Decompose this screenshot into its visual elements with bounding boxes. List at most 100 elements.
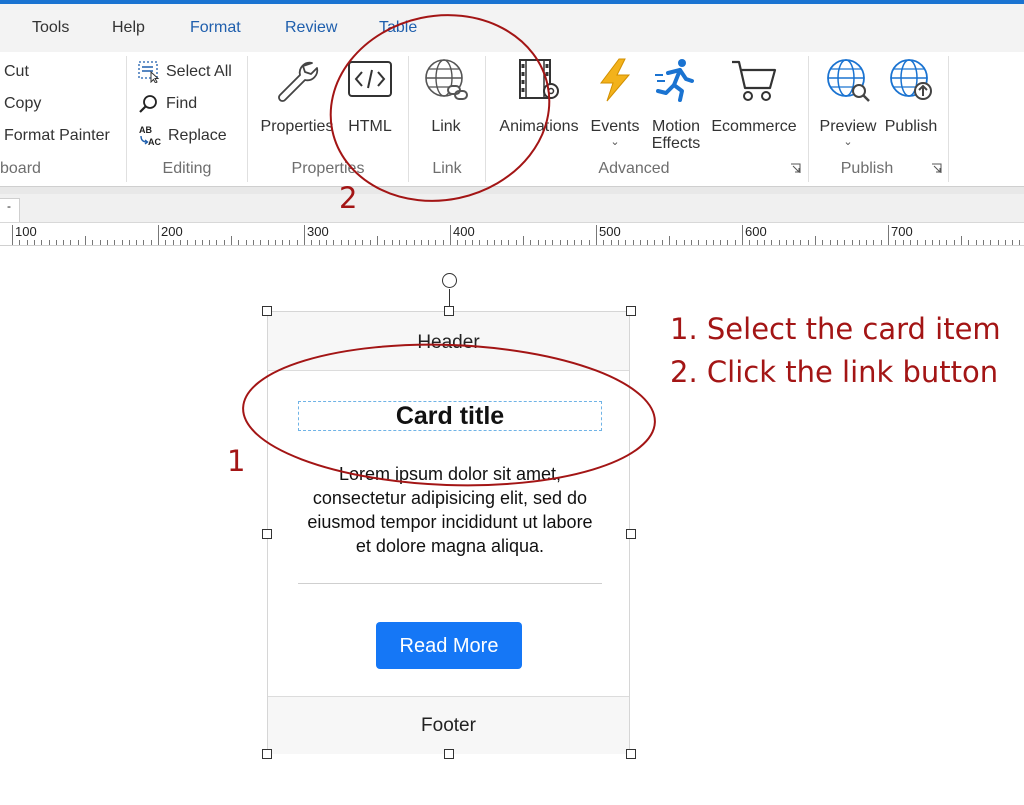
- publish-dialog-launcher-icon[interactable]: [931, 163, 942, 174]
- ruler-tick: [669, 236, 670, 245]
- ruler-tick: [829, 240, 831, 245]
- ruler-tick: [603, 240, 605, 245]
- tab-tools[interactable]: Tools: [32, 19, 69, 37]
- ruler-tick: [26, 240, 28, 245]
- publish-button[interactable]: Publish: [882, 56, 940, 135]
- ruler-tick: [158, 225, 159, 245]
- ruler-tick: [479, 240, 481, 245]
- group-separator: [948, 56, 949, 182]
- format-painter-button[interactable]: Format Painter: [4, 124, 110, 148]
- ruler-tick: [683, 240, 685, 245]
- motion-label-line2: Effects: [651, 135, 701, 152]
- card-header[interactable]: Header: [268, 312, 629, 371]
- ruler-tick: [581, 240, 583, 245]
- card-title[interactable]: Card title: [298, 401, 602, 431]
- replace-button[interactable]: AB AC Replace: [138, 124, 227, 148]
- publish-label: Publish: [884, 118, 938, 135]
- ruler-tick: [888, 225, 889, 245]
- resize-handle-s[interactable]: [444, 749, 454, 759]
- ruler-tick: [588, 240, 590, 245]
- card-text[interactable]: Lorem ipsum dolor sit amet, consectetur …: [298, 462, 602, 558]
- ruler-tick: [902, 240, 904, 245]
- select-all-button[interactable]: Select All: [138, 60, 232, 84]
- ruler-tick: [143, 240, 145, 245]
- ruler-tick: [844, 240, 846, 245]
- ruler-tick: [216, 240, 218, 245]
- globe-search-icon: [827, 59, 870, 102]
- ruler-tick: [428, 240, 430, 245]
- resize-handle-ne[interactable]: [626, 306, 636, 316]
- ruler-tick: [347, 240, 349, 245]
- ruler-label: 200: [161, 224, 183, 239]
- animations-button[interactable]: Animations: [496, 56, 582, 135]
- html-label: HTML: [348, 118, 392, 135]
- resize-handle-se[interactable]: [626, 749, 636, 759]
- ruler-tick: [12, 225, 13, 245]
- tab-help[interactable]: Help: [112, 19, 145, 37]
- link-button[interactable]: Link: [420, 56, 472, 135]
- motion-effects-button[interactable]: Motion Effects: [648, 56, 704, 152]
- cut-button[interactable]: Cut: [4, 60, 29, 84]
- ecommerce-label: Ecommerce: [711, 118, 797, 135]
- ruler-tick: [245, 240, 247, 245]
- html-button[interactable]: HTML: [342, 56, 398, 135]
- card-footer[interactable]: Footer: [268, 696, 629, 754]
- events-button[interactable]: Events ⌄: [588, 56, 642, 148]
- ruler-tick: [406, 240, 408, 245]
- resize-handle-e[interactable]: [626, 529, 636, 539]
- tab-format[interactable]: Format: [190, 19, 241, 37]
- instruction-step-1: 1. Select the card item: [670, 312, 1001, 346]
- ruler-tick: [690, 240, 692, 245]
- ruler-tick: [800, 240, 802, 245]
- rotation-handle[interactable]: [442, 273, 457, 288]
- ruler-tick: [201, 240, 203, 245]
- svg-text:AB: AB: [139, 125, 152, 135]
- ruler-tick: [340, 240, 342, 245]
- group-separator: [808, 56, 809, 182]
- ruler-tick: [537, 240, 539, 245]
- link-group-label: Link: [432, 160, 462, 177]
- find-button[interactable]: Find: [138, 92, 197, 116]
- ruler-tick: [515, 240, 517, 245]
- globe-link-icon: [425, 59, 468, 100]
- ruler-tick: [223, 240, 225, 245]
- ruler-tick: [150, 240, 152, 245]
- properties-button[interactable]: Properties: [258, 56, 336, 135]
- ecommerce-button[interactable]: Ecommerce: [710, 56, 798, 135]
- ruler-tick: [625, 240, 627, 245]
- resize-handle-w[interactable]: [262, 529, 272, 539]
- ruler-tick: [289, 240, 291, 245]
- tab-table[interactable]: Table: [379, 19, 417, 37]
- ruler-tick: [574, 240, 576, 245]
- ruler-tick: [41, 240, 43, 245]
- card[interactable]: Header Card title Lorem ipsum dolor sit …: [267, 311, 630, 754]
- instruction-step-2: 2. Click the link button: [670, 355, 999, 389]
- read-more-button[interactable]: Read More: [376, 622, 522, 669]
- rotation-handle-stem: [449, 289, 450, 307]
- ruler-tick: [807, 240, 809, 245]
- replace-icon: AB AC: [139, 125, 161, 147]
- advanced-dialog-launcher-icon[interactable]: [790, 163, 801, 174]
- ruler-tick: [85, 236, 86, 245]
- motion-effects-label: Motion Effects: [652, 118, 701, 152]
- lightning-icon: [600, 58, 631, 102]
- tab-review[interactable]: Review: [285, 19, 337, 37]
- ruler-label: 400: [453, 224, 475, 239]
- ruler-tick: [836, 240, 838, 245]
- resize-handle-nw[interactable]: [262, 306, 272, 316]
- replace-label: Replace: [168, 127, 227, 144]
- editing-group-label: Editing: [162, 160, 212, 177]
- ruler-tick: [377, 236, 378, 245]
- resize-handle-sw[interactable]: [262, 749, 272, 759]
- preview-button[interactable]: Preview ⌄: [818, 56, 878, 148]
- ribbon: Cut Copy Format Painter board Select All…: [0, 52, 1024, 186]
- resize-handle-n[interactable]: [444, 306, 454, 316]
- document-tab[interactable]: -: [0, 198, 20, 222]
- ruler-tick: [895, 240, 897, 245]
- ruler-label: 600: [745, 224, 767, 239]
- ruler-tick: [420, 240, 422, 245]
- ruler-tick: [362, 240, 364, 245]
- ruler-tick: [917, 240, 919, 245]
- ruler-tick: [997, 240, 999, 245]
- copy-button[interactable]: Copy: [4, 92, 41, 116]
